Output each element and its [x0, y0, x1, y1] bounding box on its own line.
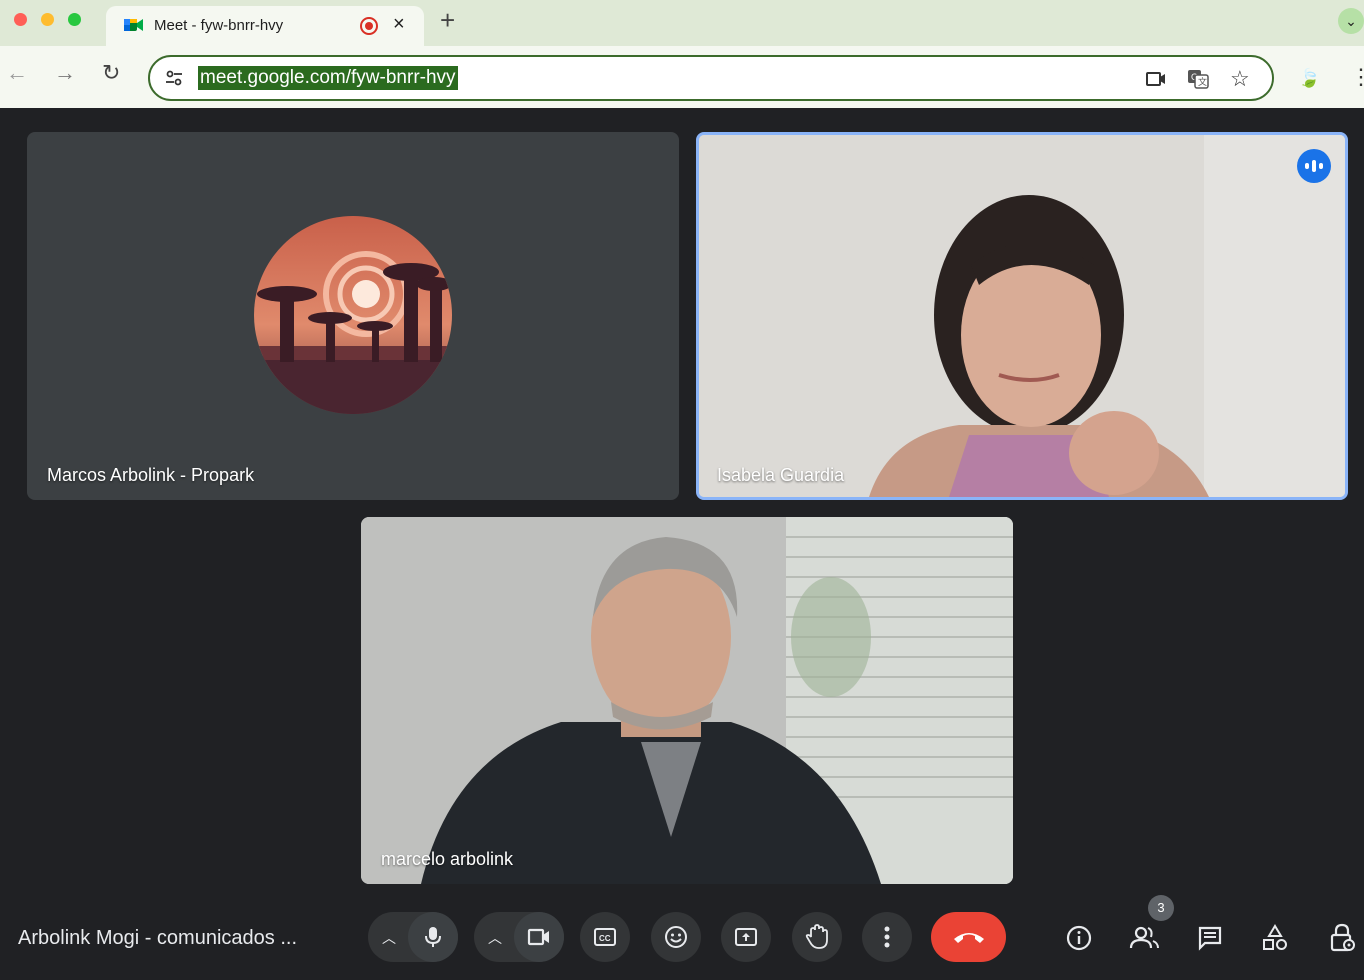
browser-toolbar: ← → ↻ meet.google.com/fyw-bnrr-hvy G 文 ☆… — [0, 46, 1364, 108]
raise-hand-button[interactable] — [792, 912, 842, 962]
close-window-button[interactable] — [14, 13, 27, 26]
browser-tab[interactable]: Meet - fyw-bnrr-hvy × — [106, 6, 424, 46]
site-settings-icon[interactable] — [164, 68, 184, 88]
participant-tile[interactable]: marcelo arbolink — [361, 517, 1013, 884]
microphone-control-group: ︿ — [368, 912, 458, 962]
microphone-icon — [425, 927, 441, 947]
participant-tile-active-speaker[interactable]: Isabela Guardia — [696, 132, 1348, 500]
browser-tab-bar: Meet - fyw-bnrr-hvy × + ⌄ — [0, 0, 1364, 46]
meeting-details-button[interactable] — [1063, 922, 1095, 954]
present-screen-button[interactable] — [721, 912, 771, 962]
info-icon — [1066, 925, 1092, 951]
new-tab-button[interactable]: + — [440, 5, 455, 36]
extension-leaf-icon[interactable]: 🍃 — [1298, 68, 1320, 89]
camera-in-use-icon[interactable] — [1144, 67, 1168, 91]
browser-menu-icon[interactable]: ⋮ — [1350, 64, 1364, 90]
address-bar[interactable]: meet.google.com/fyw-bnrr-hvy G 文 ☆ — [148, 55, 1274, 101]
participant-avatar — [254, 216, 452, 414]
captions-icon: CC — [594, 928, 616, 946]
bookmark-star-icon[interactable]: ☆ — [1230, 67, 1254, 91]
url-text[interactable]: meet.google.com/fyw-bnrr-hvy — [198, 66, 458, 90]
camera-icon — [527, 928, 549, 946]
people-button[interactable] — [1129, 922, 1161, 954]
people-icon — [1129, 926, 1159, 949]
raise-hand-icon — [805, 924, 828, 949]
participant-name: marcelo arbolink — [381, 849, 514, 869]
present-icon — [735, 928, 757, 946]
svg-text:CC: CC — [599, 934, 611, 943]
activities-button[interactable] — [1259, 922, 1291, 954]
participant-name: Marcos Arbolink - Propark — [47, 465, 255, 485]
chevron-up-icon[interactable]: ︿ — [488, 928, 502, 948]
end-call-icon — [953, 933, 984, 943]
participant-name: Isabela Guardia — [717, 465, 845, 485]
chevron-up-icon[interactable]: ︿ — [382, 928, 396, 948]
camera-control-group: ︿ — [474, 912, 564, 962]
back-arrow-icon[interactable]: ← — [6, 60, 28, 86]
tab-title: Meet - fyw-bnrr-hvy — [154, 17, 284, 34]
microphone-button[interactable] — [408, 912, 458, 962]
host-controls-icon — [1330, 923, 1355, 952]
participant-tile[interactable]: Marcos Arbolink - Propark — [27, 132, 679, 500]
more-options-icon — [884, 926, 890, 948]
meet-favicon-icon — [124, 19, 143, 31]
forward-arrow-icon[interactable]: → — [54, 60, 76, 86]
more-options-button[interactable] — [862, 912, 912, 962]
camera-button[interactable] — [514, 912, 564, 962]
svg-text:文: 文 — [1198, 76, 1207, 87]
translate-icon[interactable]: G 文 — [1186, 67, 1210, 91]
fullscreen-window-button[interactable] — [68, 13, 81, 26]
reactions-button[interactable] — [651, 912, 701, 962]
tab-close-icon[interactable]: × — [393, 13, 405, 36]
tab-search-button[interactable]: ⌄ — [1338, 8, 1364, 34]
emoji-icon — [665, 926, 687, 948]
host-controls-button[interactable] — [1326, 922, 1358, 954]
minimize-window-button[interactable] — [41, 13, 54, 26]
speaking-indicator-icon — [1297, 149, 1331, 183]
reload-icon[interactable]: ↻ — [102, 60, 120, 86]
chat-icon — [1198, 926, 1222, 951]
participant-video — [361, 517, 1013, 884]
meet-stage: Marcos Arbolink - Propark Isabela Guardi… — [8, 110, 1364, 980]
chat-button[interactable] — [1194, 922, 1226, 954]
activities-icon — [1263, 924, 1287, 950]
captions-button[interactable]: CC — [580, 912, 630, 962]
participant-video — [699, 135, 1345, 497]
meeting-title[interactable]: Arbolink Mogi - comunicados ... — [18, 927, 297, 950]
end-call-button[interactable] — [931, 912, 1006, 962]
recording-indicator-icon — [360, 17, 378, 35]
participant-count-badge: 3 — [1148, 895, 1174, 921]
